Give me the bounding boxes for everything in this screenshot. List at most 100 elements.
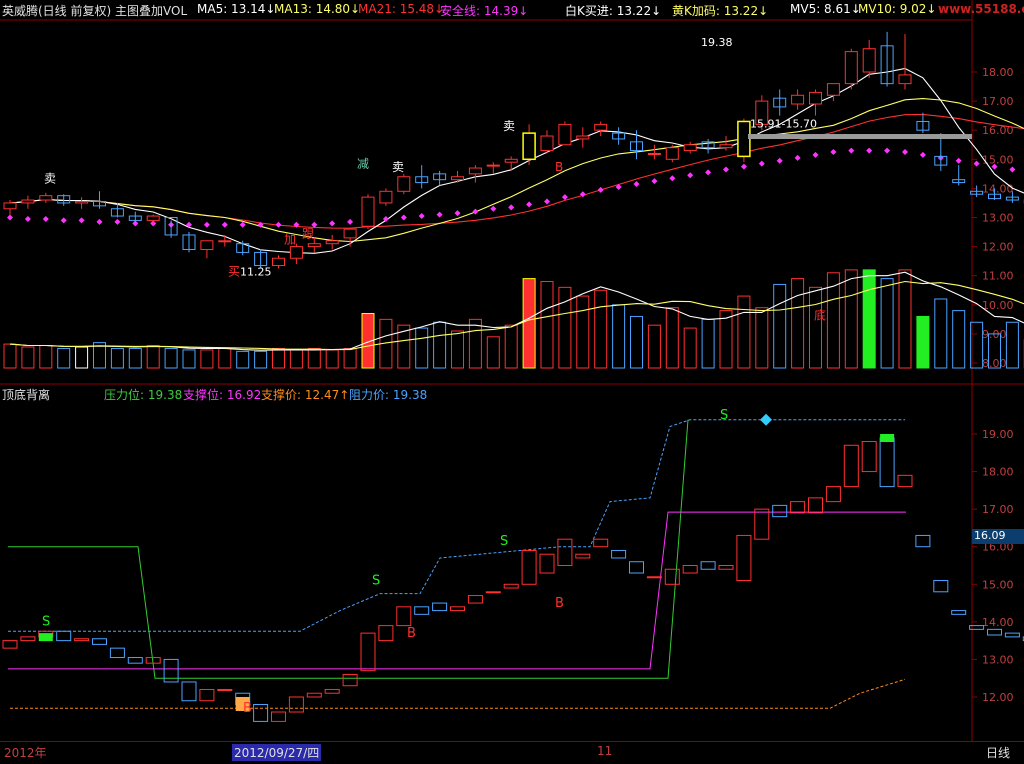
safety-dot bbox=[400, 214, 407, 221]
candle-body bbox=[791, 94, 805, 105]
safety-dot bbox=[669, 175, 676, 182]
volume-bar bbox=[3, 343, 17, 369]
safety-dot bbox=[830, 149, 837, 156]
safety-dot bbox=[472, 208, 479, 215]
divergence-box bbox=[843, 444, 859, 488]
stock-chart-window: 8.00 9.00 10.00 11.00 12.00 13.00 14.00 15.00 16… bbox=[0, 0, 1024, 761]
divergence-box bbox=[360, 632, 376, 672]
volume-bar bbox=[898, 269, 912, 369]
support-price-line bbox=[10, 678, 906, 709]
divergence-box bbox=[861, 441, 877, 473]
volume-bar bbox=[844, 269, 858, 369]
buy-marker: 买 bbox=[228, 265, 240, 279]
y-tick-label: 10.00 bbox=[982, 299, 1014, 312]
mv5-readout: MV5: 8.61↓ bbox=[790, 2, 861, 16]
safety-dot bbox=[651, 178, 658, 185]
band-label: 15.91-15.70 bbox=[750, 117, 817, 130]
candle-body bbox=[522, 132, 536, 160]
volume-bar bbox=[451, 330, 464, 369]
sell-marker: 卖 bbox=[503, 119, 515, 133]
volume-bar bbox=[755, 307, 769, 369]
safety-dot bbox=[60, 217, 67, 224]
safety-dot bbox=[78, 217, 85, 224]
candle-body bbox=[862, 48, 876, 73]
s-label: S bbox=[720, 408, 728, 423]
month-label: 11 bbox=[597, 744, 613, 758]
safety-dot bbox=[203, 221, 210, 228]
safety-dot bbox=[687, 172, 694, 179]
volume-bar bbox=[647, 324, 661, 369]
divergence-box bbox=[253, 704, 269, 722]
volume-bar bbox=[57, 347, 71, 369]
divergence-box bbox=[790, 501, 806, 514]
volume-bar bbox=[773, 283, 787, 369]
safety-dot bbox=[884, 147, 891, 154]
divergence-box bbox=[754, 508, 770, 540]
candle-body bbox=[307, 243, 321, 248]
divergence-box bbox=[808, 497, 823, 514]
yellow-k-readout: 黄K加码: 13.22↓ bbox=[672, 4, 769, 18]
y-tick-label: 11.00 bbox=[982, 270, 1014, 283]
overlay-label[interactable]: 主图叠加VOL bbox=[115, 2, 187, 19]
divergence-box bbox=[288, 696, 304, 713]
divergence-box bbox=[736, 534, 752, 582]
y-tick-label: 18.00 bbox=[982, 466, 1014, 479]
divergence-box bbox=[217, 688, 233, 691]
divergence-box bbox=[181, 681, 197, 702]
divergence-box bbox=[127, 657, 143, 664]
safety-dot bbox=[329, 220, 336, 227]
volume-bar bbox=[952, 310, 966, 369]
safety-dot bbox=[418, 213, 425, 220]
divergence-box bbox=[772, 504, 788, 518]
volume-bar bbox=[916, 315, 930, 369]
divergence-box bbox=[879, 437, 895, 488]
s-label: S bbox=[500, 534, 508, 549]
chart-canvas[interactable]: 8.009.0010.0011.0012.0013.0014.0015.0016… bbox=[0, 0, 1024, 760]
divergence-box bbox=[646, 576, 662, 579]
y-tick-label: 12.00 bbox=[982, 691, 1014, 704]
safety-dot bbox=[866, 147, 873, 154]
y-tick-label: 14.00 bbox=[982, 616, 1014, 629]
candle-body bbox=[844, 51, 858, 85]
period-button[interactable]: 日线 bbox=[986, 744, 1010, 761]
divergence-box bbox=[485, 591, 501, 594]
time-axis: 2012年 2012/09/27/四 11 日线 bbox=[0, 741, 1024, 761]
volume-bar bbox=[433, 321, 447, 369]
divergence-box bbox=[342, 673, 358, 687]
y-tick-label: 13.00 bbox=[982, 653, 1014, 666]
volume-bar bbox=[809, 286, 822, 369]
divergence-box bbox=[825, 486, 841, 503]
mv10-readout: MV10: 9.02↓ bbox=[858, 2, 937, 16]
volume-bar bbox=[128, 347, 142, 369]
divergence-box bbox=[987, 628, 1002, 636]
volume-bar bbox=[164, 347, 178, 369]
divergence-box bbox=[109, 647, 125, 659]
y-tick-label: 19.00 bbox=[982, 428, 1014, 441]
y-tick-label: 9.00 bbox=[982, 328, 1007, 341]
volume-bar bbox=[39, 345, 53, 369]
divergence-box bbox=[700, 561, 716, 570]
add-marker: 加 bbox=[284, 233, 296, 247]
y-tick-label: 18.00 bbox=[982, 66, 1014, 79]
y-tick-label: 17.00 bbox=[982, 503, 1014, 516]
safety-readout: 安全线: 14.39↓ bbox=[440, 4, 529, 18]
safety-dot bbox=[114, 218, 121, 225]
volume-bar bbox=[737, 295, 751, 369]
y-tick-label: 14.00 bbox=[982, 182, 1014, 195]
safety-dot bbox=[740, 163, 747, 170]
volume-bar bbox=[182, 349, 196, 369]
safety-dot bbox=[436, 211, 443, 218]
candle-body bbox=[719, 144, 733, 149]
resistance-dashed-line bbox=[8, 419, 905, 632]
safety-dot bbox=[490, 205, 497, 212]
divergence-box bbox=[611, 549, 627, 559]
safety-dot bbox=[633, 181, 640, 188]
support-step-line bbox=[8, 511, 906, 670]
s-label: S bbox=[372, 573, 380, 588]
safety-dot bbox=[42, 215, 49, 222]
safety-dot bbox=[973, 160, 980, 167]
safety-dot bbox=[508, 204, 515, 211]
volume-bar bbox=[791, 278, 805, 369]
resist-price-readout: 阻力价: 19.38 bbox=[349, 388, 428, 402]
candle-body bbox=[21, 199, 35, 204]
